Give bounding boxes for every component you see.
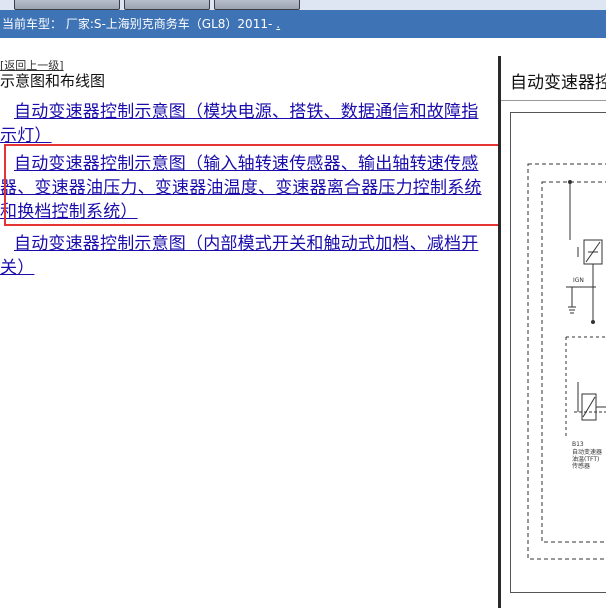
- ign-label: IGN: [573, 277, 584, 284]
- diagram-link-speed-sensors[interactable]: 自动变速器控制示意图（输入轴转速传感器、输出轴转速传感器、变速器油压力、变速器油…: [0, 152, 495, 224]
- sensor-caption-line-2: 油温(TFT): [572, 455, 599, 463]
- right-pane: 自动变速器控制示意图 IGN: [501, 56, 606, 608]
- toolbar-button-1[interactable]: [14, 0, 120, 10]
- diagram-frame: [510, 112, 606, 593]
- diagram-link-mode-switch[interactable]: 自动变速器控制示意图（内部模式开关和触动式加档、减档开关）: [0, 232, 495, 280]
- current-vehicle-bar: 当前车型： 厂家:S-上海别克商务车（GL8）2011-.: [0, 10, 606, 38]
- sensor-caption-line-1: 自动变速器: [572, 448, 602, 456]
- sensor-code: B13: [572, 441, 584, 448]
- diagram-link-power-ground[interactable]: 自动变速器控制示意图（模块电源、搭铁、数据通信和故障指示灯）: [0, 100, 495, 148]
- top-toolbar: [0, 0, 606, 10]
- toolbar-button-3[interactable]: [214, 0, 300, 10]
- sensor-caption-line-3: 传感器: [572, 462, 590, 470]
- current-vehicle-link[interactable]: .: [276, 17, 280, 31]
- section-title: 示意图和布线图: [0, 72, 106, 90]
- title-rule: [501, 100, 606, 101]
- current-vehicle-text: 当前车型： 厂家:S-上海别克商务车（GL8）2011-: [2, 17, 273, 31]
- diagram-title: 自动变速器控制示意图: [510, 73, 606, 93]
- wiring-diagram: IGN B13 自动变速器 油温(TFT) 传感器: [510, 112, 606, 593]
- spacer: [0, 38, 606, 58]
- toolbar-button-2[interactable]: [124, 0, 210, 10]
- left-pane: [返回上一级] 示意图和布线图 自动变速器控制示意图（模块电源、搭铁、数据通信和…: [0, 56, 498, 608]
- inner-module-outline: [541, 181, 606, 543]
- module-outline: [527, 163, 606, 560]
